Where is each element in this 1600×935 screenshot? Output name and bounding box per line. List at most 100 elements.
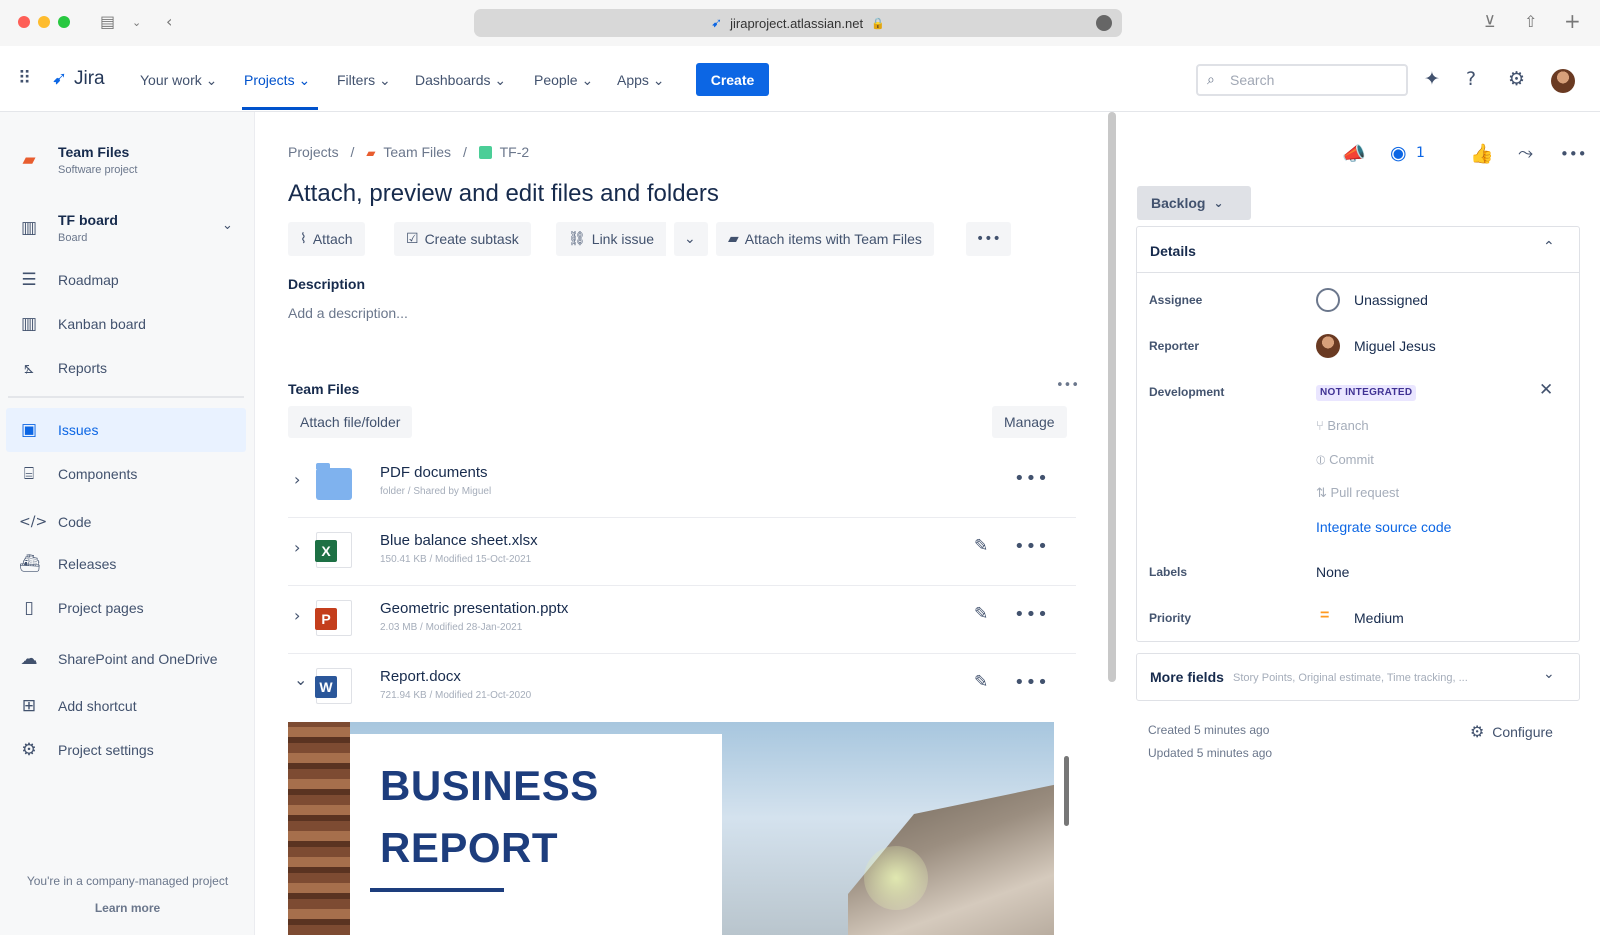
jira-favicon-icon: ➹	[711, 15, 723, 31]
sidebar-item-releases[interactable]: ⛴ Releases	[0, 542, 255, 586]
breadcrumb-team-files[interactable]: Team Files	[383, 144, 451, 160]
create-button[interactable]: Create	[696, 63, 769, 96]
document-preview[interactable]: BUSINESS REPORT	[288, 722, 1054, 935]
download-icon[interactable]: ⊻	[1484, 12, 1496, 31]
sidebar-item-roadmap[interactable]: ☰ Roadmap	[0, 258, 255, 302]
board-selector[interactable]: ▥ TF board Board ⌄	[0, 204, 255, 252]
create-subtask-button[interactable]: ☑ Create subtask	[394, 222, 531, 256]
nav-dashboards[interactable]: Dashboards ⌄	[415, 72, 506, 89]
maximize-window-button[interactable]	[58, 16, 70, 28]
priority-medium-icon: =	[1320, 607, 1330, 624]
edit-pencil-icon[interactable]: ✎	[974, 672, 988, 692]
nav-projects[interactable]: Projects ⌄	[244, 72, 310, 89]
sidebar-item-components[interactable]: ⌸ Components	[0, 452, 255, 496]
nav-people[interactable]: People ⌄	[534, 72, 593, 89]
notifications-icon[interactable]: ✦	[1424, 68, 1440, 90]
preview-scrollbar[interactable]	[1064, 756, 1069, 826]
assignee-value[interactable]: Unassigned	[1354, 292, 1428, 308]
sidebar-item-issues[interactable]: ▣ Issues	[6, 408, 246, 452]
manage-button[interactable]: Manage	[992, 406, 1067, 438]
settings-gear-icon[interactable]: ⚙	[1508, 68, 1525, 90]
sidebar-item-add-shortcut[interactable]: ⊞ Add shortcut	[0, 684, 255, 728]
app-switcher-icon[interactable]: ⠿	[18, 68, 31, 89]
chevron-up-icon[interactable]: ⌃	[1543, 239, 1555, 255]
more-icon[interactable]: •••	[1560, 145, 1587, 163]
address-bar[interactable]: ➹ jiraproject.atlassian.net 🔒	[474, 9, 1122, 37]
learn-more-link[interactable]: Learn more	[0, 901, 255, 915]
watch-eye-icon[interactable]: ◉	[1390, 142, 1407, 164]
breadcrumb-issue-key[interactable]: TF-2	[500, 144, 530, 160]
reporter-label: Reporter	[1149, 339, 1200, 353]
project-header[interactable]: ▰ Team Files Software project	[0, 136, 255, 186]
file-more-icon[interactable]: •••	[1014, 672, 1049, 693]
reporter-value[interactable]: Miguel Jesus	[1354, 338, 1436, 354]
main-scrollbar[interactable]	[1108, 112, 1116, 682]
jira-logo-text[interactable]: Jira	[74, 68, 105, 90]
integrate-source-code-link[interactable]: Integrate source code	[1316, 519, 1451, 535]
nav-filters[interactable]: Filters ⌄	[337, 72, 391, 89]
preview-title-line2: REPORT	[380, 824, 559, 871]
file-row[interactable]: › P Geometric presentation.pptx 2.03 MB …	[288, 586, 1076, 654]
more-actions-button[interactable]: •••	[966, 222, 1011, 256]
sidebar-item-kanban-board[interactable]: ▥ Kanban board	[0, 302, 255, 346]
team-files-more-icon[interactable]: •••	[1056, 378, 1079, 393]
link-issue-dropdown[interactable]: ⌄	[674, 222, 708, 256]
attach-file-folder-button[interactable]: Attach file/folder	[288, 406, 413, 438]
nav-your-work[interactable]: Your work ⌄	[140, 72, 217, 89]
edit-pencil-icon[interactable]: ✎	[974, 604, 988, 624]
priority-value[interactable]: Medium	[1354, 610, 1404, 626]
sidebar-item-reports[interactable]: ⦩ Reports	[0, 346, 255, 390]
sidebar-item-code[interactable]: </> Code	[0, 500, 255, 544]
help-icon[interactable]: ?	[1466, 68, 1476, 90]
breadcrumb-projects[interactable]: Projects	[288, 144, 339, 160]
file-more-icon[interactable]: •••	[1014, 536, 1049, 557]
expand-chevron-icon[interactable]: ›	[294, 606, 300, 625]
expand-chevron-icon[interactable]: ›	[294, 538, 300, 557]
created-timestamp: Created 5 minutes ago	[1148, 723, 1270, 737]
feedback-megaphone-icon[interactable]: 📣	[1342, 142, 1366, 165]
description-input[interactable]: Add a description...	[288, 305, 408, 321]
reader-icon[interactable]	[1096, 15, 1112, 31]
collapse-chevron-icon[interactable]: ⌄	[294, 670, 307, 689]
file-row[interactable]: ⌄ W Report.docx 721.94 KB / Modified 21-…	[288, 654, 1076, 722]
issue-title[interactable]: Attach, preview and edit files and folde…	[288, 180, 719, 208]
chevron-down-icon[interactable]: ⌄	[132, 16, 141, 29]
user-avatar[interactable]	[1551, 69, 1575, 93]
back-icon[interactable]: ‹	[166, 12, 172, 31]
labels-value[interactable]: None	[1316, 564, 1349, 580]
attach-button[interactable]: ⌇ Attach	[288, 222, 365, 256]
like-thumb-icon[interactable]: 👍	[1470, 142, 1494, 165]
link-issue-button[interactable]: ⛓ Link issue	[556, 222, 667, 256]
file-more-icon[interactable]: •••	[1014, 468, 1049, 489]
more-fields-section[interactable]: More fields Story Points, Original estim…	[1136, 653, 1580, 701]
kanban-icon: ▥	[20, 314, 38, 334]
edit-pencil-icon[interactable]: ✎	[974, 536, 988, 556]
configure-button[interactable]: ⚙ Configure	[1470, 722, 1553, 741]
nav-apps[interactable]: Apps ⌄	[617, 72, 665, 89]
sidebar-item-project-pages[interactable]: ▯ Project pages	[0, 586, 255, 630]
details-header[interactable]	[1137, 227, 1579, 273]
file-row[interactable]: › PDF documents folder / Shared by Migue…	[288, 450, 1076, 518]
search-input[interactable]: ⌕ Search	[1196, 64, 1408, 96]
file-row[interactable]: › X Blue balance sheet.xlsx 150.41 KB / …	[288, 518, 1076, 586]
sidebar-item-sharepoint[interactable]: ☁ SharePoint and OneDrive	[0, 637, 255, 681]
close-icon[interactable]: ✕	[1539, 380, 1553, 400]
minimize-window-button[interactable]	[38, 16, 50, 28]
new-tab-icon[interactable]: +	[1564, 9, 1581, 33]
file-more-icon[interactable]: •••	[1014, 604, 1049, 625]
status-dropdown[interactable]: Backlog ⌄	[1137, 186, 1251, 220]
chevron-down-icon: ⌄	[1543, 666, 1555, 682]
close-window-button[interactable]	[18, 16, 30, 28]
more-fields-hint: Story Points, Original estimate, Time tr…	[1233, 672, 1468, 684]
search-placeholder: Search	[1230, 72, 1275, 88]
share-icon[interactable]: ⤳	[1518, 142, 1533, 164]
board-name: TF board	[58, 212, 118, 228]
share-icon[interactable]: ⇧	[1524, 12, 1537, 31]
branch-item: ⑂ Branch	[1316, 418, 1369, 433]
sidebar-toggle-icon[interactable]: ▤	[100, 12, 115, 31]
expand-chevron-icon[interactable]: ›	[294, 470, 300, 489]
sidebar-item-project-settings[interactable]: ⚙ Project settings	[0, 728, 255, 772]
jira-logo-icon[interactable]: ➹	[52, 68, 67, 89]
components-icon: ⌸	[23, 464, 35, 484]
attach-team-files-button[interactable]: ▰ Attach items with Team Files	[716, 222, 934, 256]
